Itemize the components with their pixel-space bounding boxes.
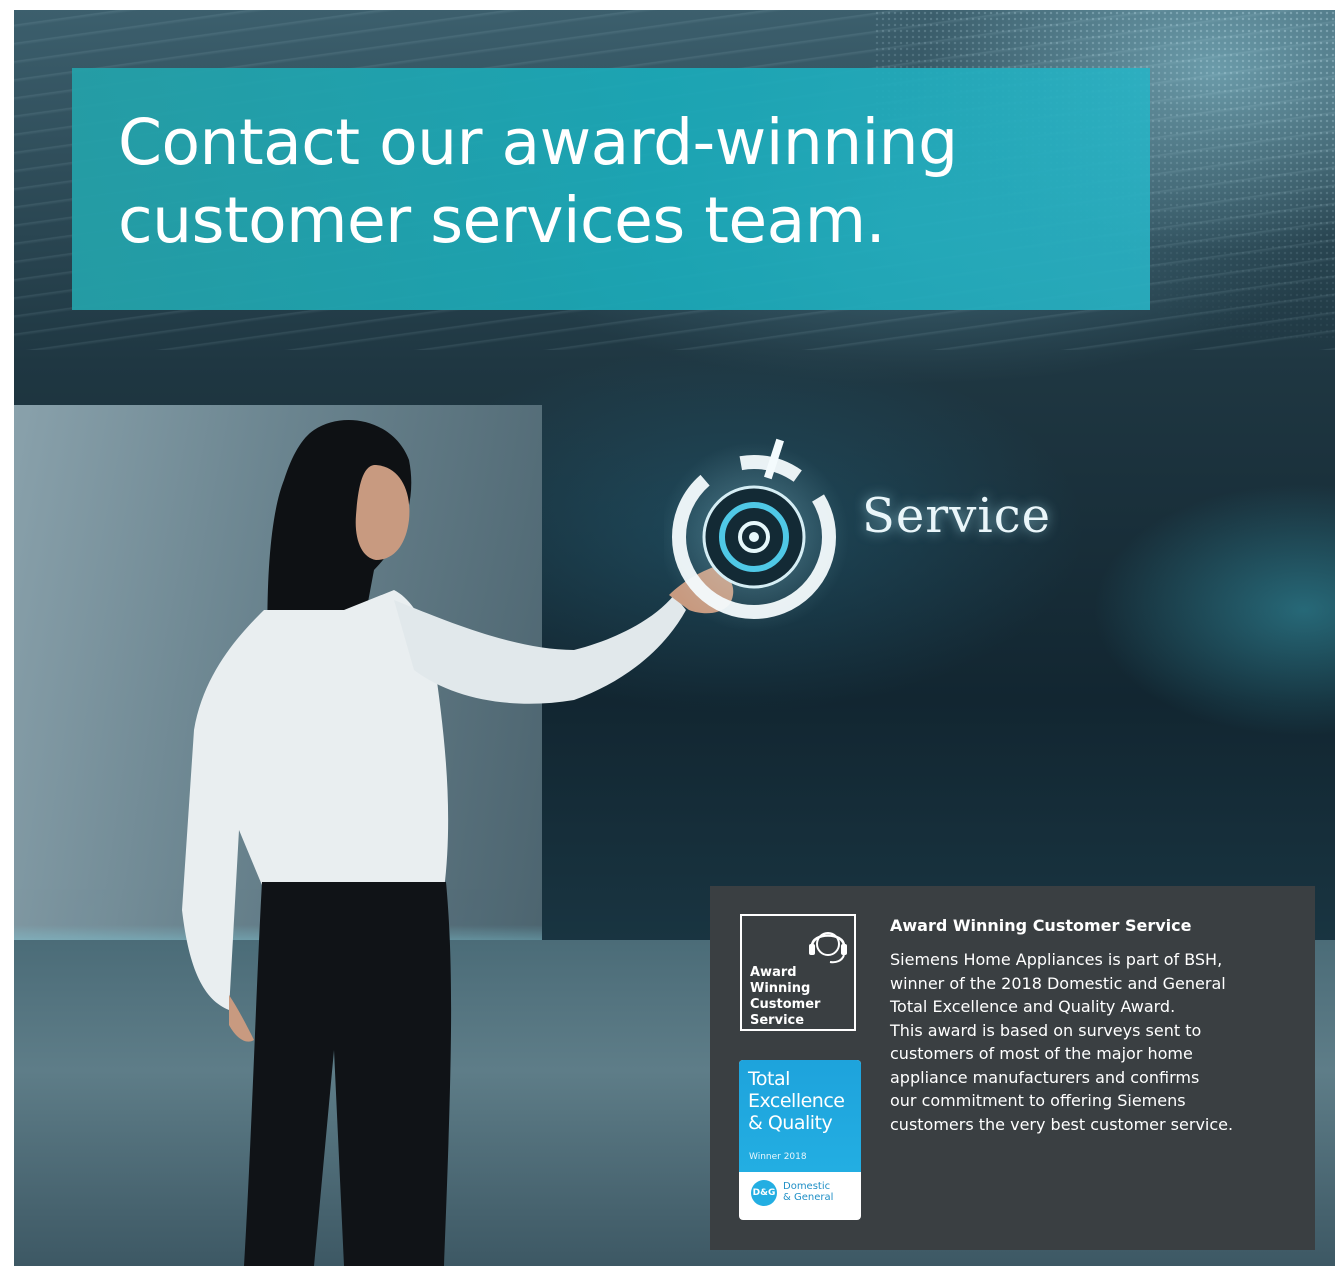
award-copy-line: Siemens Home Appliances is part of BSH,: [890, 950, 1223, 969]
dg-name-line: & General: [783, 1192, 834, 1203]
award-badge-text: Award Winning Customer Service: [750, 965, 820, 1029]
headset-icon: [809, 932, 847, 964]
teq-title-line: Total: [748, 1068, 790, 1090]
award-copy-line: customers of most of the major home: [890, 1044, 1193, 1063]
teq-title: Total Excellence & Quality: [748, 1068, 845, 1134]
service-target-icon: [664, 438, 849, 632]
award-copy-line: customers the very best customer service…: [890, 1114, 1234, 1134]
teq-winner-year: Winner 2018: [749, 1152, 807, 1162]
teq-title-line: & Quality: [748, 1112, 833, 1134]
headline-line-1: Contact our award-winning: [118, 106, 958, 179]
page-title: Contact our award-winning customer servi…: [118, 104, 958, 260]
headline-banner: Contact our award-winning customer servi…: [72, 68, 1150, 310]
teq-badge-header: Total Excellence & Quality Winner 2018: [739, 1060, 861, 1172]
award-heading: Award Winning Customer Service: [890, 916, 1192, 935]
award-panel: Award Winning Customer Service Total Exc…: [710, 886, 1315, 1250]
badge-line: Award: [750, 965, 797, 980]
award-copy-line: our commitment to offering Siemens: [890, 1091, 1186, 1110]
total-excellence-quality-badge: Total Excellence & Quality Winner 2018 D…: [739, 1060, 861, 1220]
domestic-general-name: Domestic & General: [783, 1181, 833, 1203]
teq-title-line: Excellence: [748, 1090, 845, 1112]
award-copy-line: Total Excellence and Quality Award.: [890, 997, 1176, 1016]
award-copy-line: This award is based on surveys sent to: [890, 1020, 1202, 1040]
domestic-general-logo-icon: D&G: [751, 1180, 777, 1206]
badge-line: Winning: [750, 981, 811, 996]
service-label: Service: [862, 488, 1051, 544]
dg-name-line: Domestic: [783, 1181, 831, 1192]
award-copy-line: winner of the 2018 Domestic and General: [890, 973, 1226, 993]
award-winning-badge: Award Winning Customer Service: [740, 914, 856, 1031]
headline-line-2: customer services team.: [118, 184, 886, 257]
award-description: Siemens Home Appliances is part of BSH, …: [890, 948, 1300, 1136]
award-copy-line: appliance manufacturers and confirms: [890, 1067, 1200, 1087]
badge-line: Customer: [750, 997, 821, 1012]
badge-line: Service: [750, 1013, 805, 1028]
